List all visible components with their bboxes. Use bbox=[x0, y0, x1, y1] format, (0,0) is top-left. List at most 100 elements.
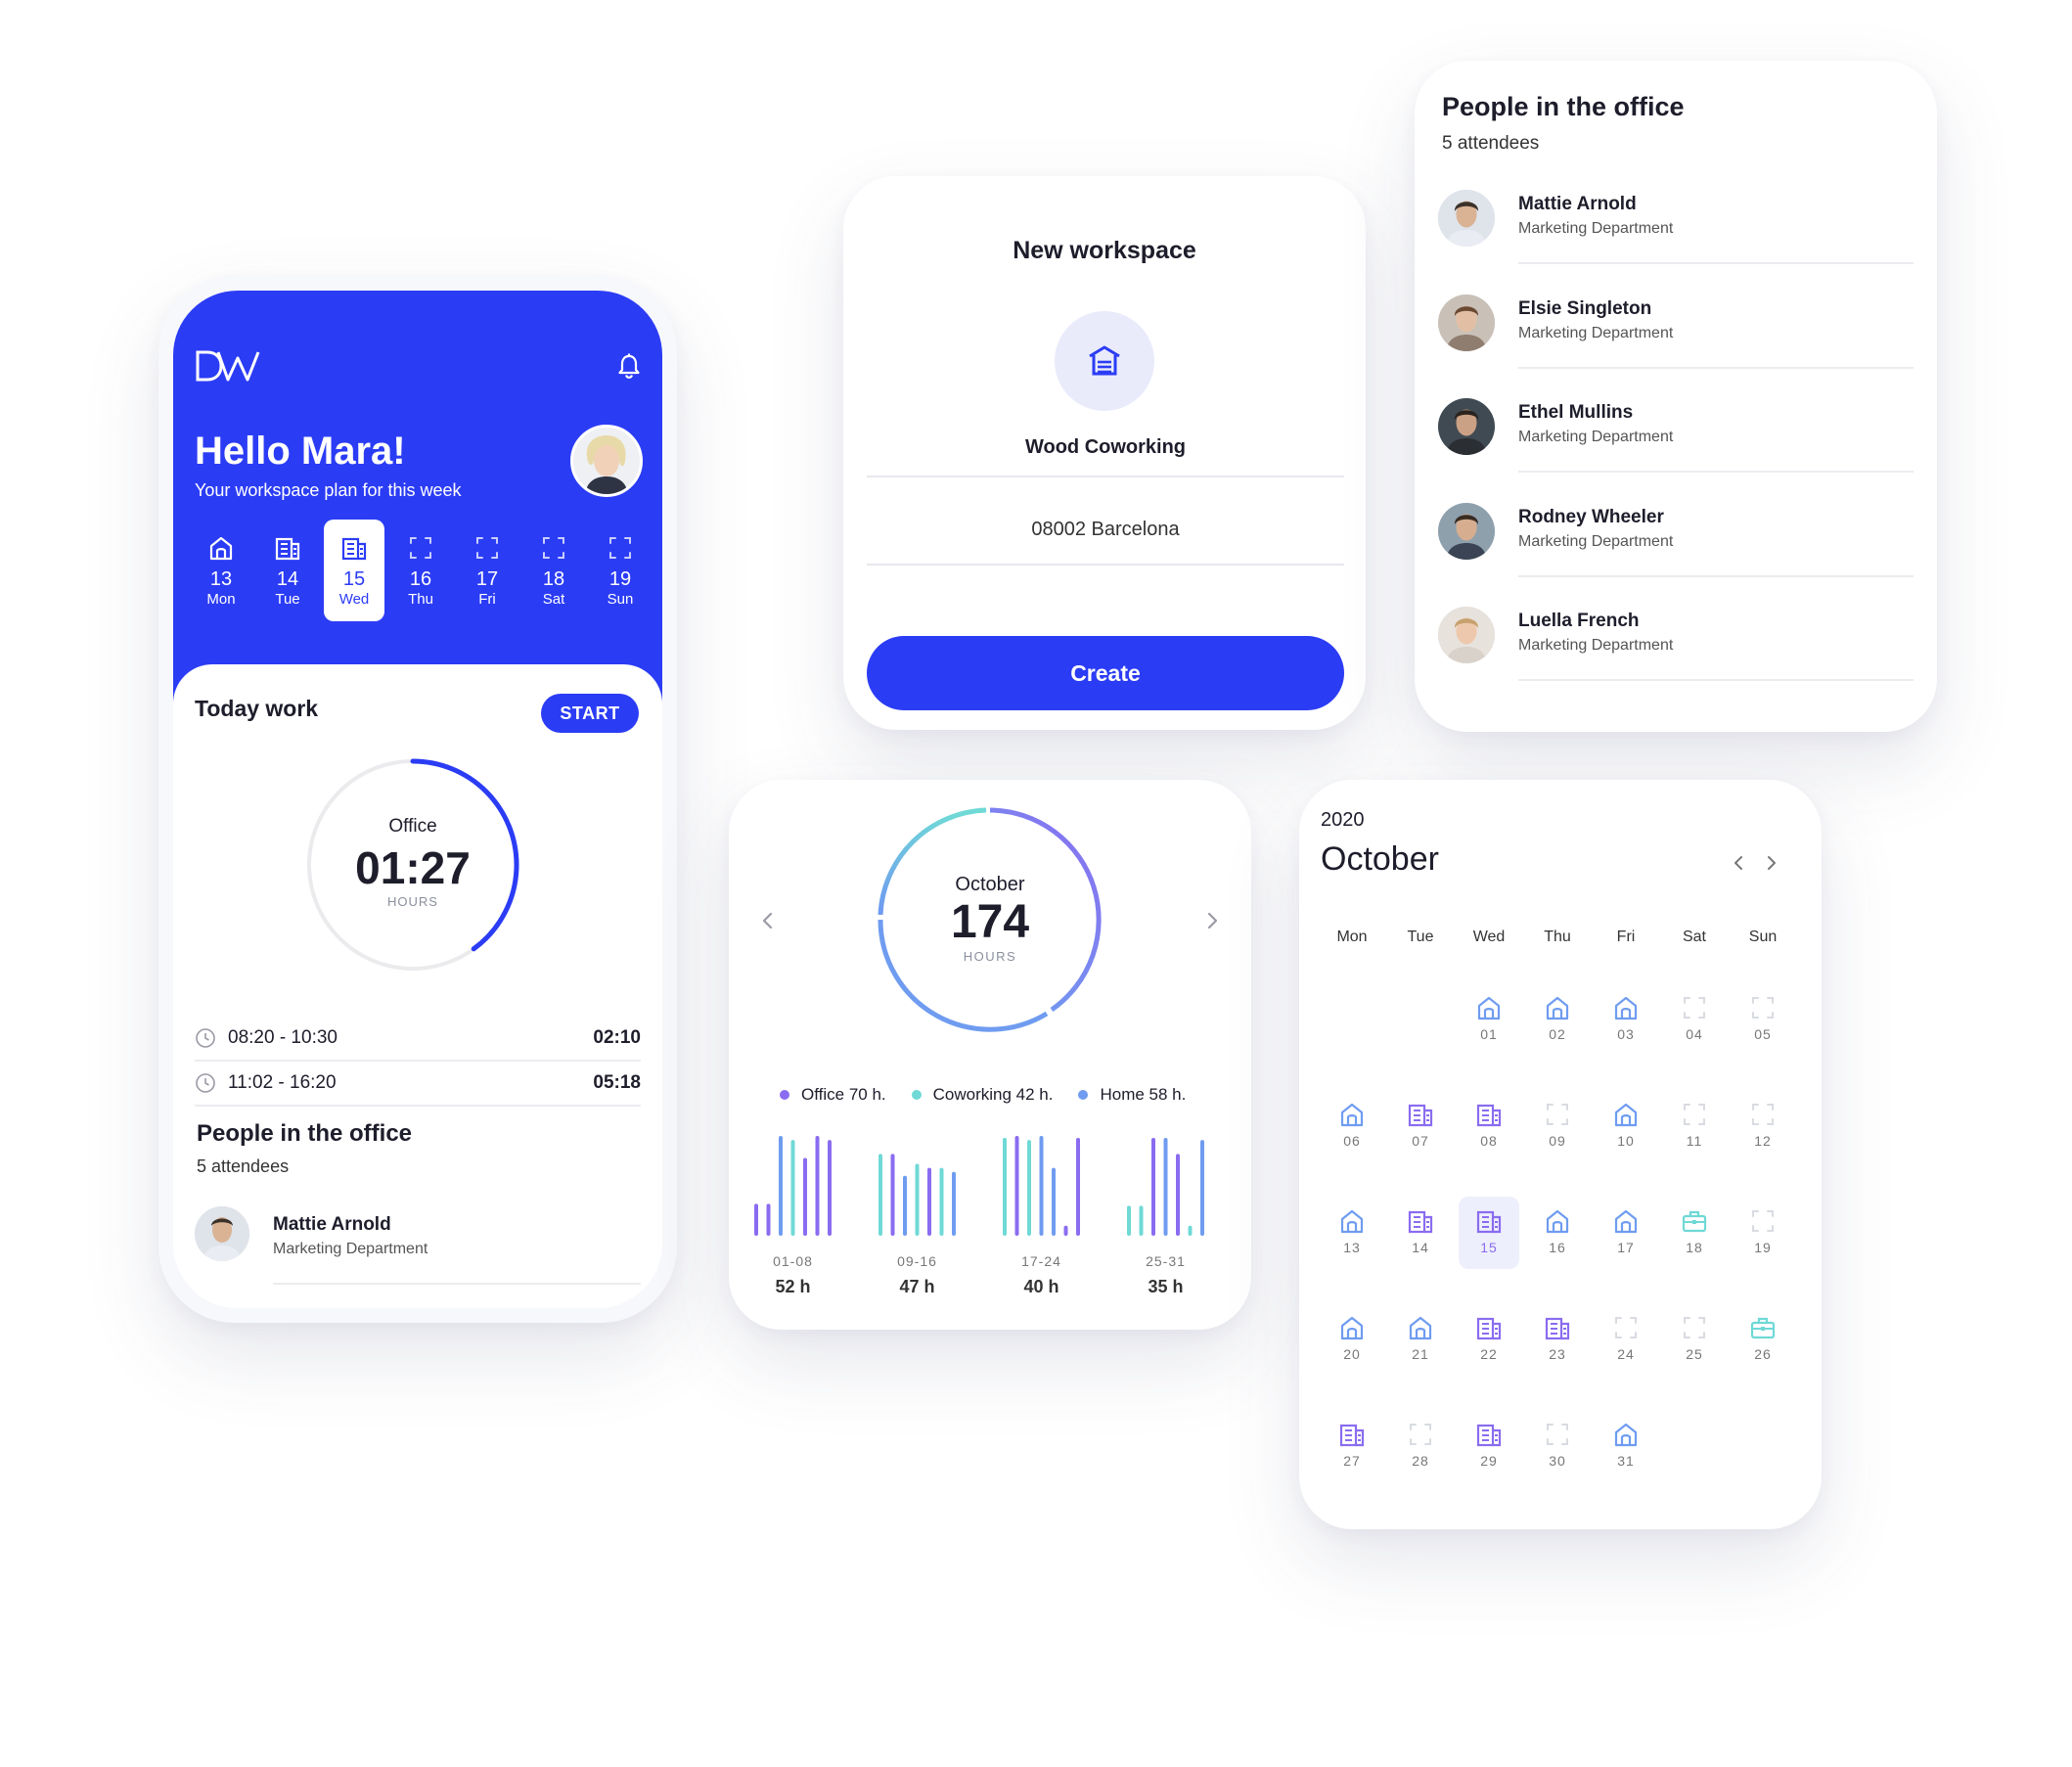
home-icon bbox=[1322, 1100, 1382, 1129]
calendar-day[interactable]: 07 bbox=[1390, 1090, 1451, 1162]
today-work-title: Today work bbox=[195, 696, 319, 721]
workspace-type-badge[interactable] bbox=[1055, 311, 1154, 411]
calendar-day-number: 27 bbox=[1343, 1453, 1361, 1469]
list-item[interactable]: Mattie Arnold Marketing Department bbox=[195, 1204, 641, 1285]
clock-icon bbox=[196, 1073, 215, 1093]
calendar-day[interactable]: 11 bbox=[1664, 1090, 1725, 1162]
bar bbox=[779, 1136, 783, 1236]
calendar-day[interactable]: 21 bbox=[1390, 1303, 1451, 1376]
workspace-name-field[interactable]: Wood Coworking bbox=[867, 411, 1344, 477]
week-day-number: 18 bbox=[542, 568, 565, 590]
calendar-day[interactable]: 01 bbox=[1459, 983, 1519, 1056]
calendar-day[interactable]: 25 bbox=[1664, 1303, 1725, 1376]
calendar-day[interactable]: 26 bbox=[1733, 1303, 1793, 1376]
week-day[interactable]: 14 Tue bbox=[257, 520, 318, 621]
calendar-day[interactable]: 06 bbox=[1322, 1090, 1382, 1162]
calendar-day-number: 06 bbox=[1343, 1133, 1361, 1149]
week-day[interactable]: 18 Sat bbox=[523, 520, 584, 621]
calendar-day-number: 07 bbox=[1412, 1133, 1429, 1149]
weekday-header: Mon bbox=[1336, 929, 1368, 945]
calendar-day[interactable]: 02 bbox=[1527, 983, 1588, 1056]
warehouse-icon bbox=[1089, 345, 1120, 376]
start-button[interactable]: START bbox=[541, 694, 639, 733]
person-department: Marketing Department bbox=[1518, 637, 1674, 654]
calendar-day[interactable]: 12 bbox=[1733, 1090, 1793, 1162]
empty-slot-icon bbox=[1733, 1100, 1793, 1129]
workspace-address-field[interactable]: 08002 Barcelona bbox=[867, 499, 1344, 566]
list-item[interactable]: Ethel Mullins Marketing Department bbox=[1438, 388, 1914, 493]
calendar-day[interactable]: 08 bbox=[1459, 1090, 1519, 1162]
avatar bbox=[1438, 398, 1495, 455]
calendar-day[interactable]: 05 bbox=[1733, 983, 1793, 1056]
calendar-day[interactable]: 19 bbox=[1733, 1197, 1793, 1269]
bar bbox=[1027, 1140, 1031, 1236]
home-icon bbox=[1527, 993, 1588, 1022]
person-department: Marketing Department bbox=[1518, 324, 1674, 341]
calendar-day[interactable]: 17 bbox=[1596, 1197, 1656, 1269]
bar bbox=[803, 1157, 807, 1236]
calendar-day[interactable]: 31 bbox=[1596, 1410, 1656, 1482]
calendar-day-number: 31 bbox=[1617, 1453, 1635, 1469]
bar bbox=[828, 1140, 832, 1236]
people-in-office-card: People in the office 5 attendees Mattie … bbox=[1415, 61, 1937, 732]
calendar-day[interactable]: 22 bbox=[1459, 1303, 1519, 1376]
calendar-day[interactable]: 16 bbox=[1527, 1197, 1588, 1269]
person-department: Marketing Department bbox=[273, 1241, 428, 1257]
list-item[interactable]: Rodney Wheeler Marketing Department bbox=[1438, 493, 1914, 598]
weekday-header: Thu bbox=[1544, 929, 1571, 945]
calendar-day[interactable]: 15 bbox=[1459, 1197, 1519, 1269]
calendar-day[interactable]: 14 bbox=[1390, 1197, 1451, 1269]
week-day[interactable]: 16 Thu bbox=[390, 520, 451, 621]
week-day[interactable]: 15 Wed bbox=[324, 520, 384, 621]
calendar-day[interactable]: 27 bbox=[1322, 1410, 1382, 1482]
calendar-day[interactable]: 20 bbox=[1322, 1303, 1382, 1376]
chevron-right-icon[interactable] bbox=[1763, 854, 1780, 872]
chevron-left-icon[interactable] bbox=[1730, 854, 1747, 872]
office-icon bbox=[339, 533, 369, 563]
week-range-label: 01-08 bbox=[773, 1253, 813, 1269]
list-item[interactable]: Mattie Arnold Marketing Department bbox=[1438, 180, 1914, 285]
calendar-day[interactable]: 03 bbox=[1596, 983, 1656, 1056]
calendar-day[interactable]: 23 bbox=[1527, 1303, 1588, 1376]
empty-slot-icon bbox=[606, 533, 635, 563]
people-count: 5 attendees bbox=[197, 1156, 290, 1176]
week-day-number: 15 bbox=[342, 568, 366, 590]
bell-icon[interactable] bbox=[617, 353, 641, 379]
bar bbox=[927, 1167, 931, 1236]
list-item[interactable]: Luella French Marketing Department bbox=[1438, 597, 1914, 702]
week-day[interactable]: 13 Mon bbox=[191, 520, 251, 621]
divider bbox=[1518, 471, 1914, 473]
calendar-day[interactable]: 29 bbox=[1459, 1410, 1519, 1482]
avatar[interactable] bbox=[570, 425, 643, 497]
list-item[interactable]: Elsie Singleton Marketing Department bbox=[1438, 285, 1914, 389]
bar bbox=[1052, 1167, 1056, 1236]
home-icon bbox=[1322, 1206, 1382, 1236]
calendar-day-number: 09 bbox=[1549, 1133, 1566, 1149]
calendar-day[interactable]: 28 bbox=[1390, 1410, 1451, 1482]
calendar-day-number: 24 bbox=[1617, 1346, 1635, 1362]
calendar-day-number: 30 bbox=[1549, 1453, 1566, 1469]
bar bbox=[915, 1163, 920, 1236]
create-button[interactable]: Create bbox=[867, 636, 1344, 710]
week-day-number: 13 bbox=[209, 568, 233, 590]
calendar-day[interactable]: 10 bbox=[1596, 1090, 1656, 1162]
calendar-month: October bbox=[1321, 840, 1439, 878]
calendar-day[interactable]: 18 bbox=[1664, 1197, 1725, 1269]
week-day[interactable]: 17 Fri bbox=[457, 520, 518, 621]
bar bbox=[890, 1154, 895, 1236]
calendar-day-number: 02 bbox=[1549, 1026, 1566, 1042]
calendar-day[interactable]: 24 bbox=[1596, 1303, 1656, 1376]
calendar-day[interactable]: 13 bbox=[1322, 1197, 1382, 1269]
week-day[interactable]: 19 Sun bbox=[590, 520, 651, 621]
bar bbox=[878, 1154, 882, 1236]
calendar-day[interactable]: 09 bbox=[1527, 1090, 1588, 1162]
office-icon bbox=[1459, 1206, 1519, 1236]
calendar-day[interactable]: 30 bbox=[1527, 1410, 1588, 1482]
bar bbox=[903, 1175, 907, 1236]
calendar-day-number: 12 bbox=[1754, 1133, 1772, 1149]
person-name: Rodney Wheeler bbox=[1518, 506, 1664, 527]
calendar-day[interactable]: 04 bbox=[1664, 983, 1725, 1056]
bar bbox=[1039, 1136, 1044, 1236]
calendar-day-number: 04 bbox=[1686, 1026, 1703, 1042]
greeting-title: Hello Mara! bbox=[195, 430, 406, 473]
